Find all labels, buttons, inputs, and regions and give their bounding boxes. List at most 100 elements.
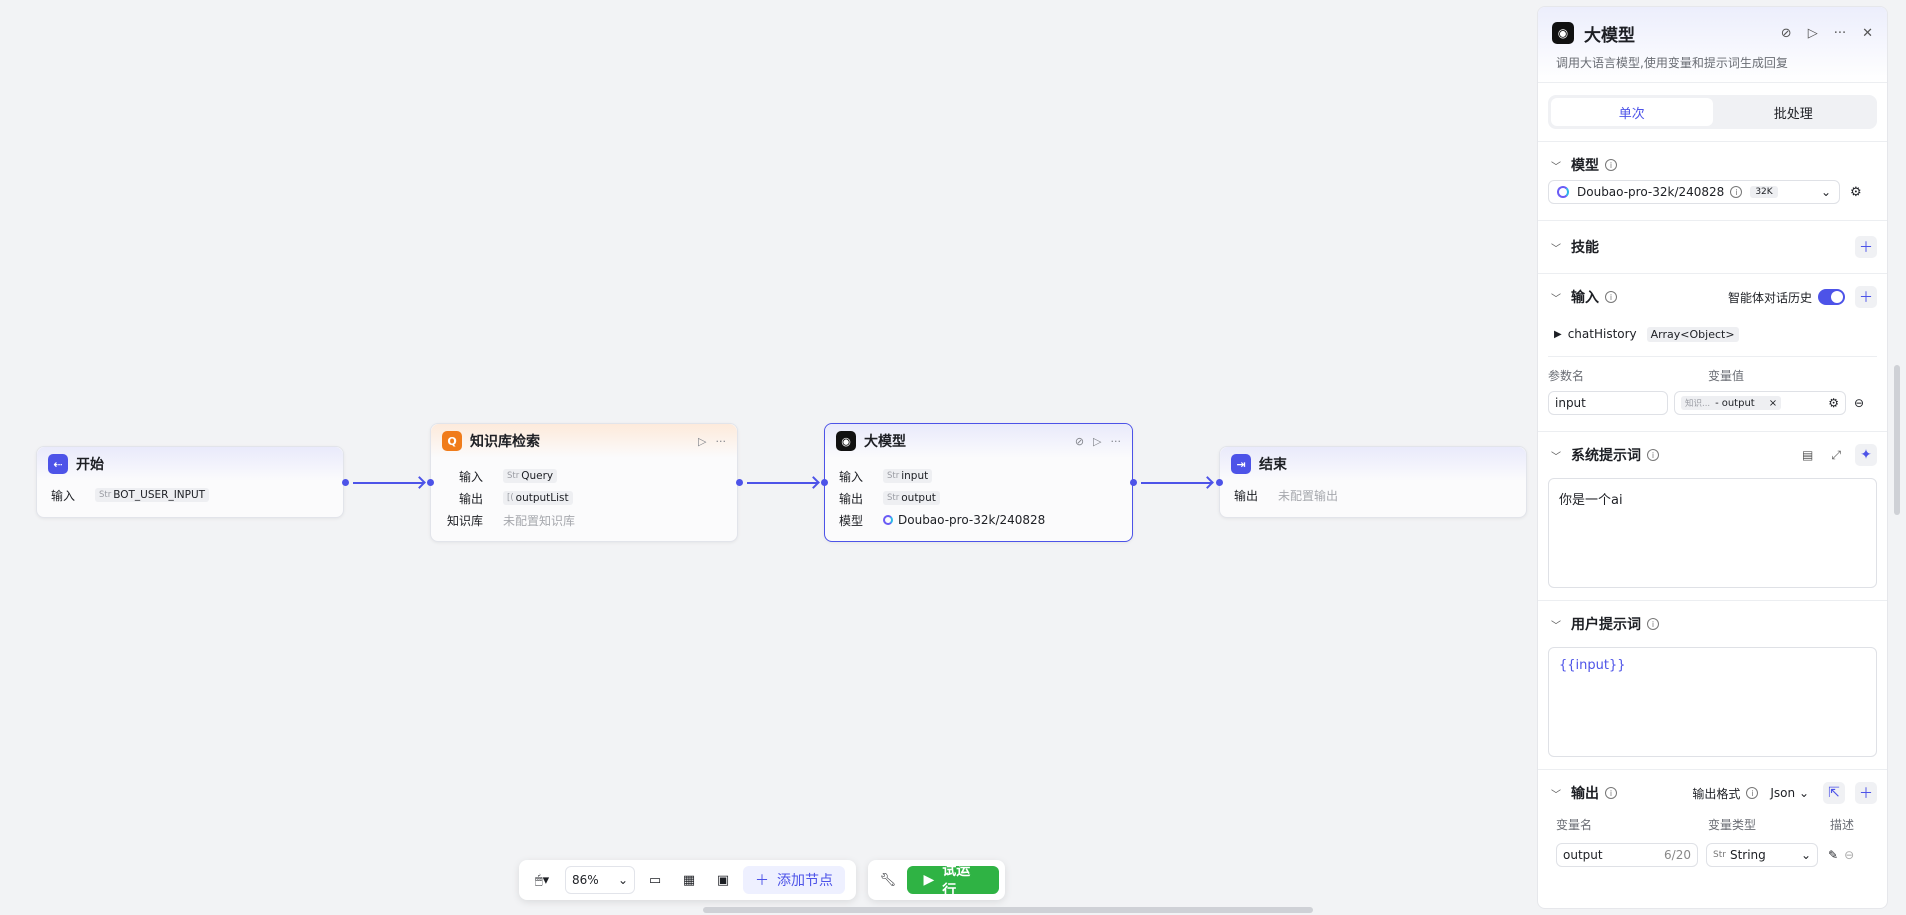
remove-param-icon[interactable]: ⊖ <box>1854 396 1864 410</box>
user-prompt-editor[interactable]: {{input}} <box>1548 647 1877 757</box>
output-port[interactable] <box>736 479 743 486</box>
template-icon[interactable]: ▤ <box>1802 448 1813 462</box>
more-icon[interactable]: ··· <box>1834 26 1846 41</box>
run-node-icon[interactable]: ▷ <box>1093 435 1101 448</box>
close-icon[interactable]: ✕ <box>1862 26 1873 41</box>
settings-icon[interactable]: ⚙︎ <box>1850 185 1862 200</box>
var-chip: Str input <box>883 469 933 483</box>
chevron-down-icon[interactable]: ﹀ <box>1551 158 1561 173</box>
chevron-down-icon[interactable]: ﹀ <box>1551 290 1561 305</box>
chevron-down-icon: ⌄ <box>617 873 628 887</box>
knowledge-icon: Q <box>442 431 462 451</box>
history-toggle[interactable] <box>1818 289 1845 305</box>
row-label: 输入 <box>458 469 483 484</box>
settings-icon[interactable]: ⚙︎ <box>1828 396 1839 410</box>
mute-icon[interactable]: ⊘ <box>1781 26 1792 41</box>
panel-description: 调用大语言模型,使用变量和提示词生成回复 <box>1556 56 1788 70</box>
info-icon[interactable]: i <box>1605 787 1617 799</box>
var-chip: Str output <box>883 491 940 505</box>
run-node-icon[interactable]: ▷ <box>698 435 706 448</box>
output-port[interactable] <box>342 479 349 486</box>
run-node-icon[interactable]: ▷ <box>1808 26 1818 41</box>
model-select-value: Doubao-pro-32k/240828 <box>1577 185 1725 199</box>
node-end[interactable]: ⇥ 结束 输出 未配置输出 <box>1219 446 1527 518</box>
ai-optimize-icon[interactable]: ✦ <box>1855 444 1877 466</box>
remove-output-icon[interactable]: ⊖ <box>1844 848 1854 862</box>
chevron-down-icon[interactable]: ﹀ <box>1551 786 1561 801</box>
mute-icon[interactable]: ⊘ <box>1075 435 1084 448</box>
row-label: 输入 <box>50 488 75 503</box>
fit-view-icon[interactable]: ▣ <box>709 866 737 894</box>
node-start[interactable]: ⇠ 开始 输入 Str BOT_USER_INPUT <box>36 446 344 518</box>
chevron-down-icon[interactable]: ﹀ <box>1551 448 1561 463</box>
info-icon[interactable]: i <box>1647 449 1659 461</box>
info-icon[interactable]: i <box>1605 291 1617 303</box>
param-value-ref[interactable]: 知识... - output × ⚙︎ <box>1674 391 1846 415</box>
param-value-label: 变量值 <box>1708 369 1745 383</box>
chevron-down-icon[interactable]: ﹀ <box>1551 240 1561 255</box>
tab-batch[interactable]: 批处理 <box>1713 98 1875 126</box>
chevron-down-icon: ⌄ <box>1800 848 1811 862</box>
add-output-button[interactable]: ＋ <box>1855 782 1877 804</box>
param-name-input[interactable]: input <box>1548 391 1668 415</box>
input-port[interactable] <box>1216 479 1223 486</box>
info-icon[interactable]: i <box>1647 618 1659 630</box>
tab-single[interactable]: 单次 <box>1551 98 1713 126</box>
more-icon[interactable]: ··· <box>716 435 727 448</box>
play-icon: ▶ <box>923 872 935 888</box>
node-llm[interactable]: ◉ 大模型 ⊘ ▷ ··· 输入 Str input 输出 Str output… <box>824 423 1133 542</box>
row-label: 模型 <box>838 513 863 528</box>
model-logo-icon <box>1557 186 1569 198</box>
expand-icon[interactable]: ▶ <box>1554 329 1562 340</box>
test-run-button[interactable]: ▶ 试运行 <box>907 863 999 899</box>
info-icon[interactable]: i <box>1746 787 1759 799</box>
chevron-down-icon: ⌄ <box>1820 185 1831 199</box>
description-icon[interactable]: ✎ <box>1828 848 1838 862</box>
var-chip: [( outputList <box>503 491 573 505</box>
node-title: 大模型 <box>864 434 906 450</box>
export-icon[interactable]: ⇱ <box>1823 782 1845 804</box>
node-title: 知识库检索 <box>470 434 540 450</box>
add-node-button[interactable]: ＋ 添加节点 <box>743 866 845 894</box>
node-knowledge-retrieval[interactable]: Q 知识库检索 ▷ ··· 输入 Str Query 输出 [( outputL… <box>430 423 738 542</box>
row-label: 输出 <box>458 491 483 506</box>
node-title: 开始 <box>76 457 104 473</box>
edge-start-kb <box>353 482 423 484</box>
row-label: 输出 <box>1233 488 1258 503</box>
model-select[interactable]: Doubao-pro-32k/240828 i 32K ⌄ <box>1548 180 1840 204</box>
output-port[interactable] <box>1130 479 1137 486</box>
chevron-down-icon[interactable]: ﹀ <box>1551 617 1561 632</box>
expand-icon[interactable]: ⤢ <box>1831 448 1841 463</box>
minimap-icon[interactable]: ▦ <box>675 866 703 894</box>
input-port[interactable] <box>821 479 828 486</box>
llm-icon: ◉ <box>1552 22 1574 44</box>
more-icon[interactable]: ··· <box>1111 435 1122 448</box>
remove-icon[interactable]: × <box>1769 398 1777 409</box>
zoom-select[interactable]: 86% ⌄ <box>565 866 635 894</box>
mouse-mode-button[interactable]: 🖱︎▾ <box>525 866 559 894</box>
horizontal-scrollbar[interactable] <box>703 907 1313 913</box>
unconfigured-text: 未配置输出 <box>1278 488 1339 503</box>
param-name-label: 参数名 <box>1548 369 1585 383</box>
output-var-type-select[interactable]: Str String ⌄ <box>1706 843 1818 867</box>
output-var-name-input[interactable]: output 6/20 <box>1556 843 1698 867</box>
add-skill-button[interactable]: ＋ <box>1855 236 1877 258</box>
debug-icon[interactable]: 🔧︎ <box>874 866 901 894</box>
panel-scrollbar[interactable] <box>1894 365 1900 515</box>
end-icon: ⇥ <box>1231 454 1251 474</box>
col-desc: 描述 <box>1830 818 1855 832</box>
context-badge: 32K <box>1750 186 1778 198</box>
output-format-select[interactable]: Json ⌄ <box>1770 786 1809 800</box>
add-input-button[interactable]: ＋ <box>1855 286 1877 308</box>
history-toggle-label: 智能体对话历史 <box>1727 290 1812 305</box>
section-title-input: 输入 <box>1571 290 1599 306</box>
workflow-canvas[interactable]: ⇠ 开始 输入 Str BOT_USER_INPUT Q 知识库检索 ▷ ···… <box>0 0 1536 915</box>
node-config-panel: ◉ 大模型 ⊘ ▷ ··· ✕ 调用大语言模型,使用变量和提示词生成回复 单次 … <box>1537 6 1888 909</box>
section-title-output: 输出 <box>1571 786 1599 802</box>
input-port[interactable] <box>427 479 434 486</box>
plus-icon: ＋ <box>755 873 769 889</box>
info-icon[interactable]: i <box>1605 159 1617 171</box>
var-chip: Str Query <box>503 469 558 483</box>
system-prompt-editor[interactable]: 你是一个ai <box>1548 478 1877 588</box>
comment-icon[interactable]: ▭ <box>641 866 669 894</box>
